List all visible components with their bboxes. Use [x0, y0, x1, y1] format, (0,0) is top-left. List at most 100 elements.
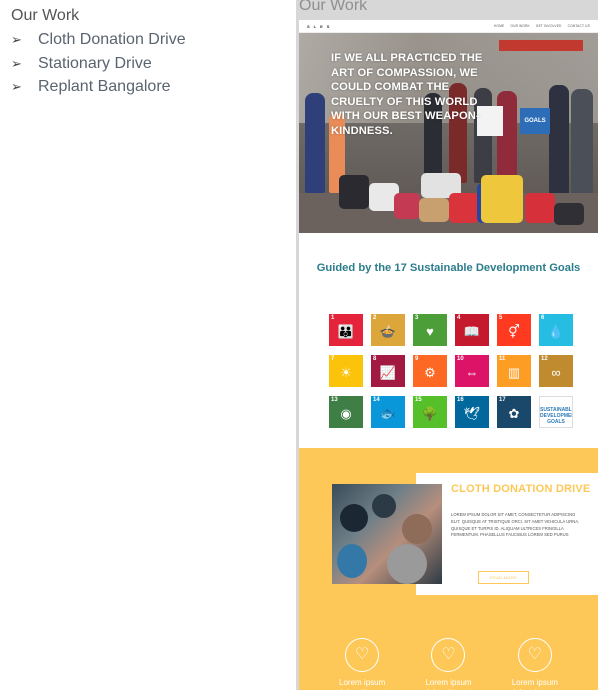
hero-photo-bag: [554, 203, 584, 225]
sdg-logo-text: SUSTAINABLE DEVELOPMENT GOALS: [540, 407, 573, 425]
list-item: ➢ Stationary Drive: [11, 52, 281, 76]
feature-item: ♡ Lorem ipsum dolor sit amet: [505, 638, 565, 690]
sdg-goal-icon: 🌳: [421, 406, 439, 421]
heart-icon: ♡: [517, 638, 552, 672]
sdg-tile-9: 9 ⚙: [413, 355, 447, 387]
sdg-tile-number: 12: [541, 356, 548, 362]
sdg-goal-icon: ⚥: [508, 324, 520, 339]
sdg-tile-6: 6 💧: [539, 314, 573, 346]
sdg-section: Guided by the 17 Sustainable Development…: [299, 233, 598, 466]
sdg-goal-icon: ♥: [426, 324, 434, 339]
sdg-tile-11: 11 ▥: [497, 355, 531, 387]
sdg-tile-number: 17: [499, 397, 506, 403]
feature-item: ♡ Lorem ipsum dolor sit amet: [418, 638, 478, 690]
drive-title: CLOTH DONATION DRIVE: [451, 483, 591, 495]
sdg-tile-12: 12 ∞: [539, 355, 573, 387]
nav-link-get-involved[interactable]: GET INVOLVED: [536, 24, 562, 28]
hero-banner: GOALS If we all practiced the art of com…: [299, 33, 598, 233]
site-navbar: S L E S HOME OUR WORK GET INVOLVED CONTA…: [299, 20, 598, 33]
sdg-goal-icon: ✿: [508, 406, 520, 421]
sdg-tile-number: 7: [331, 356, 335, 362]
sdg-tile-number: 14: [373, 397, 380, 403]
feature-text: Lorem ipsum dolor sit amet: [424, 678, 472, 690]
nav-link-home[interactable]: HOME: [494, 24, 504, 28]
feature-item: ♡ Lorem ipsum dolor sit amet: [332, 638, 392, 690]
nav-link-contact-us[interactable]: CONTACT US: [568, 24, 590, 28]
site-menu: HOME OUR WORK GET INVOLVED CONTACT US: [494, 24, 590, 28]
drive-photo-person: [337, 544, 367, 578]
logo-letter: E: [320, 23, 323, 29]
sdg-tile-number: 16: [457, 397, 464, 403]
list-item: ➢ Replant Bangalore: [11, 75, 281, 99]
sdg-tile-number: 8: [373, 356, 377, 362]
logo-letter: L: [313, 23, 317, 29]
hero-quote: If we all practiced the art of compassio…: [331, 52, 483, 137]
hero-photo-person: [549, 85, 569, 195]
feature-text: Lorem ipsum dolor sit amet: [338, 678, 386, 690]
sdg-goal-icon: 📖: [463, 324, 481, 339]
drive-description: LOREM IPSUM DOLOR SIT AMET, CONSECTETUR …: [451, 512, 580, 538]
hero-photo-person: [571, 89, 593, 199]
sdg-tile-3: 3 ♥: [413, 314, 447, 346]
sdg-goal-icon: ∞: [551, 365, 561, 380]
sdg-goal-icon: 🕊: [463, 406, 481, 421]
drive-photo-person: [387, 544, 427, 584]
arrow-bullet-icon: ➢: [11, 55, 22, 71]
sdg-tile-17: 17 ✿: [497, 396, 531, 428]
hero-photo-bag: [419, 198, 449, 222]
cloth-donation-section: CLOTH DONATION DRIVE LOREM IPSUM DOLOR S…: [299, 448, 598, 690]
sdg-tile-number: 2: [373, 315, 377, 321]
sdg-heading: Guided by the 17 Sustainable Development…: [316, 262, 581, 274]
logo-letter: S: [326, 23, 330, 29]
hero-photo-bag: [449, 193, 479, 223]
list-item-label: Stationary Drive: [38, 54, 152, 72]
arrow-bullet-icon: ➢: [11, 79, 22, 94]
sdg-tile-16: 16 🕊: [455, 396, 489, 428]
list-item-label: Replant Bangalore: [38, 78, 171, 95]
read-more-button[interactable]: READ MORE: [478, 571, 529, 584]
sdg-tile-number: 5: [499, 315, 503, 321]
notes-list: ➢ Cloth Donation Drive ➢ Stationary Driv…: [11, 28, 281, 99]
nav-link-our-work[interactable]: OUR WORK: [510, 24, 530, 28]
sdg-goal-icon: 🍲: [379, 324, 397, 339]
list-item: ➢ Cloth Donation Drive: [11, 28, 281, 52]
drive-photo-person: [402, 514, 432, 544]
sdg-tile-1: 1 👪: [329, 314, 363, 346]
heart-icon: ♡: [431, 638, 466, 672]
heart-icon: ♡: [345, 638, 380, 672]
website-mockup: S L E S HOME OUR WORK GET INVOLVED CONTA…: [299, 20, 598, 690]
drive-photo-person: [340, 504, 368, 532]
website-preview-panel: Our Work S L E S HOME OUR WORK GET INVOL…: [296, 0, 598, 690]
notes-title: Our Work: [11, 7, 80, 24]
sdg-tile-number: 10: [457, 356, 464, 362]
sdg-goal-icon: ☀: [340, 365, 352, 380]
sdg-tile-8: 8 📈: [371, 355, 405, 387]
site-logo[interactable]: S L E S: [307, 24, 329, 29]
hero-photo-bag: [481, 175, 523, 223]
sdg-tile-5: 5 ⚥: [497, 314, 531, 346]
drive-photo: [332, 484, 442, 584]
hero-photo-bag: [525, 193, 555, 223]
sdg-tile-10: 10 ⇔: [455, 355, 489, 387]
hero-photo-goals-placard: GOALS: [520, 108, 550, 134]
feature-icons-row: ♡ Lorem ipsum dolor sit amet ♡ Lorem ips…: [299, 638, 598, 690]
sdg-tile-13: 13 ◉: [329, 396, 363, 428]
logo-letter: S: [307, 23, 310, 29]
sdg-tile-number: 6: [541, 315, 545, 321]
sdg-tile-number: 13: [331, 397, 338, 403]
notes-panel: Our Work ➢ Cloth Donation Drive ➢ Statio…: [11, 6, 281, 99]
sdg-tile-15: 15 🌳: [413, 396, 447, 428]
hero-photo-bag: [339, 175, 369, 209]
sdg-goal-icon: ▥: [507, 365, 521, 380]
sdg-tile-14: 14 🐟: [371, 396, 405, 428]
sdg-goal-icon: ⇔: [465, 365, 479, 380]
sdg-tile-4: 4 📖: [455, 314, 489, 346]
arrow-bullet-icon: ➢: [11, 32, 22, 47]
sdg-goal-icon: ◉: [340, 406, 352, 421]
feature-text: Lorem ipsum dolor sit amet: [511, 678, 559, 690]
sdg-tile-number: 11: [499, 356, 506, 362]
hero-photo-bag: [394, 193, 420, 219]
sdg-goal-icon: 📈: [379, 365, 397, 380]
sdg-tile-number: 4: [457, 315, 461, 321]
sdg-tile-number: 1: [331, 315, 335, 321]
